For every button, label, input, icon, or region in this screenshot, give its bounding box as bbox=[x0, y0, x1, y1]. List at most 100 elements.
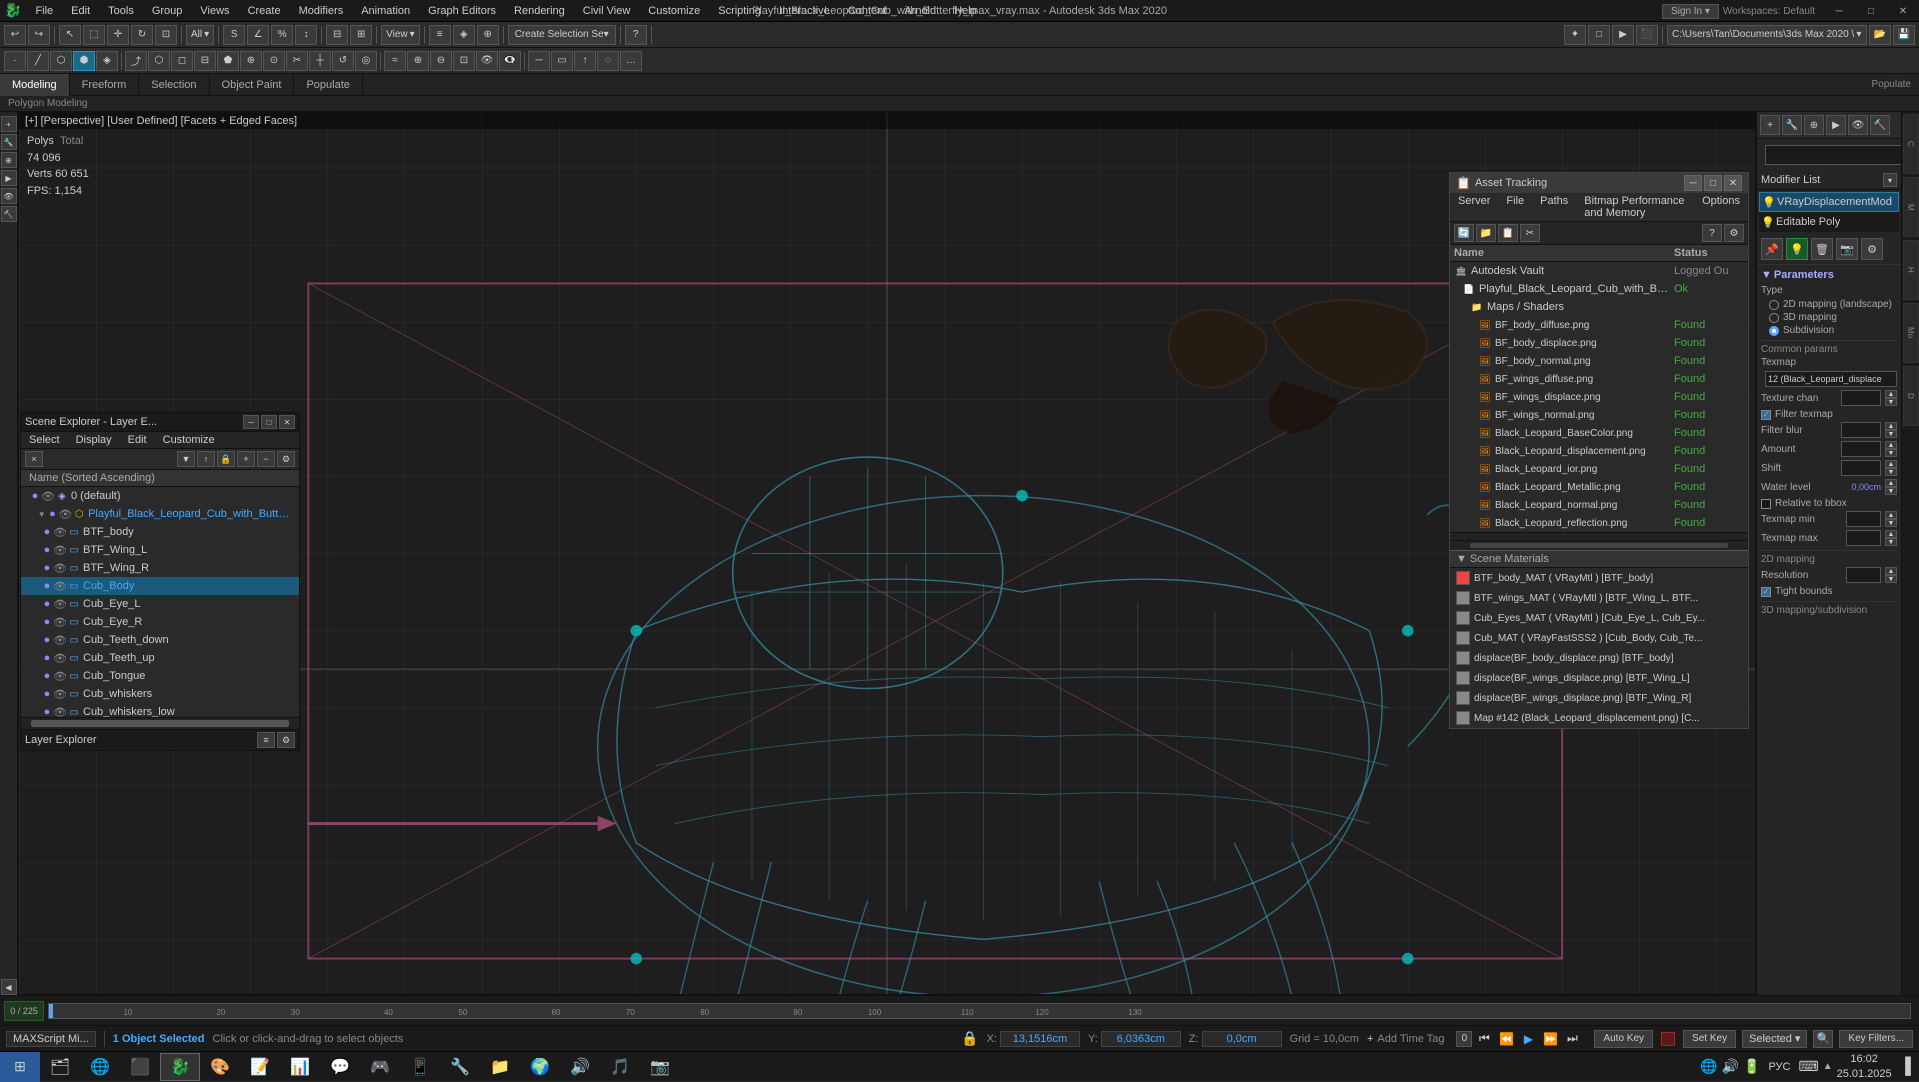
blur-up[interactable]: ▲ bbox=[1885, 422, 1897, 430]
tex-chan-down[interactable]: ▼ bbox=[1885, 398, 1897, 406]
at-hscroll-thumb[interactable] bbox=[1470, 543, 1728, 548]
ls-hierarchy-btn[interactable]: ⊕ bbox=[1, 152, 17, 168]
se-vis-default[interactable]: ● bbox=[29, 490, 41, 502]
render-prod-btn[interactable]: ⬛ bbox=[1636, 25, 1658, 45]
z-value[interactable]: 0,0cm bbox=[1202, 1031, 1282, 1047]
rp-display-btn[interactable]: 👁 bbox=[1848, 115, 1868, 135]
at-menu-paths[interactable]: Paths bbox=[1532, 193, 1576, 221]
tab-selection[interactable]: Selection bbox=[139, 74, 209, 96]
mat-row[interactable]: Map #142 (Black_Leopard_displacement.png… bbox=[1450, 708, 1748, 728]
se-vis2-btf_wing_l[interactable]: 👁 bbox=[54, 544, 66, 556]
spinner-snap[interactable]: ↕ bbox=[295, 25, 317, 45]
se-row-btf_wing_r[interactable]: ● 👁 ▭ BTF_Wing_R bbox=[21, 559, 299, 577]
tray-battery[interactable]: 🔋 bbox=[1743, 1058, 1760, 1075]
taskbar-app11[interactable]: 📁 bbox=[480, 1053, 520, 1081]
se-scroll-thumb[interactable] bbox=[31, 720, 289, 727]
at-row-black-leopard-displacement-png[interactable]: 🖼 Black_Leopard_displacement.png Found bbox=[1474, 442, 1748, 460]
chamfer-btn[interactable]: ◻ bbox=[171, 51, 193, 71]
hierarchy-btn[interactable]: ⊕ bbox=[477, 25, 499, 45]
x-value[interactable]: 13,1516cm bbox=[1000, 1031, 1080, 1047]
tab-freeform[interactable]: Freeform bbox=[70, 74, 140, 96]
se-scrollbar[interactable] bbox=[21, 717, 299, 729]
rotate-btn[interactable]: ↻ bbox=[131, 25, 153, 45]
fr-modify-panel[interactable]: M bbox=[1903, 177, 1919, 237]
hide-sel-btn[interactable]: 👁 bbox=[476, 51, 498, 71]
go-end-btn[interactable]: ⏭ bbox=[1562, 1029, 1582, 1049]
weld-btn[interactable]: ⊕ bbox=[240, 51, 262, 71]
taskbar-app12[interactable]: 🌍 bbox=[520, 1053, 560, 1081]
layers-btn[interactable]: ≡ bbox=[429, 25, 451, 45]
mat-row[interactable]: Cub_Eyes_MAT ( VRayMtl ) [Cub_Eye_L, Cub… bbox=[1450, 608, 1748, 628]
show-desktop-btn[interactable]: ▐ bbox=[1900, 1058, 1911, 1076]
se-row-cub_eye_r[interactable]: ● 👁 ▭ Cub_Eye_R bbox=[21, 613, 299, 631]
bevel-btn[interactable]: ⬡ bbox=[148, 51, 170, 71]
at-settings-btn[interactable]: ⚙ bbox=[1724, 224, 1744, 242]
reference-dropdown[interactable]: All▾ bbox=[186, 25, 214, 45]
tex-chan-up[interactable]: ▲ bbox=[1885, 390, 1897, 398]
filter-texmap-row[interactable]: ✓ Filter texmap bbox=[1761, 409, 1897, 420]
filter-blur-input[interactable]: 0,001 bbox=[1841, 422, 1881, 438]
at-menu-options[interactable]: Options bbox=[1694, 193, 1748, 221]
menu-edit[interactable]: Edit bbox=[63, 3, 98, 19]
se-row-btf_wing_l[interactable]: ● 👁 ▭ BTF_Wing_L bbox=[21, 541, 299, 559]
se-sort-asc-btn[interactable]: ↑ bbox=[197, 451, 215, 467]
at-row-maps[interactable]: 📁 Maps / Shaders bbox=[1466, 298, 1748, 316]
rp-light-btn[interactable]: 💡 bbox=[1786, 238, 1808, 260]
at-maximize-btn[interactable]: □ bbox=[1704, 175, 1722, 191]
filter-texmap-check[interactable]: ✓ bbox=[1761, 410, 1771, 420]
ls-utility-btn[interactable]: 🔨 bbox=[1, 206, 17, 222]
ls-motion-btn[interactable]: ▶ bbox=[1, 170, 17, 186]
mod-editable-poly[interactable]: 💡 Editable Poly bbox=[1759, 212, 1899, 232]
ls-create-btn[interactable]: + bbox=[1, 116, 17, 132]
rp-motion-btn[interactable]: ▶ bbox=[1826, 115, 1846, 135]
connect-btn[interactable]: ┼ bbox=[309, 51, 331, 71]
menu-civil-view[interactable]: Civil View bbox=[575, 3, 638, 19]
poly-edge-btn[interactable]: ╱ bbox=[27, 51, 49, 71]
selected-dropdown[interactable]: Selected▾ bbox=[1742, 1030, 1807, 1048]
at-row-black-leopard-normal-png[interactable]: 🖼 Black_Leopard_normal.png Found bbox=[1474, 496, 1748, 514]
more-btn[interactable]: … bbox=[620, 51, 642, 71]
scene-explorer-content[interactable]: ● 👁 ◈ 0 (default) ▼ ● 👁 ⬡ Playful_Black_… bbox=[21, 487, 299, 717]
create-selection-button[interactable]: Create Selection Se▾ bbox=[508, 25, 616, 45]
bridge-btn[interactable]: ⬟ bbox=[217, 51, 239, 71]
lock-icon[interactable]: 🔒 bbox=[961, 1030, 978, 1047]
key-filters-btn[interactable]: Key Filters... bbox=[1839, 1030, 1913, 1048]
se-vis2-cub_eye_l[interactable]: 👁 bbox=[54, 598, 66, 610]
mat-row[interactable]: BTF_wings_MAT ( VRayMtl ) [BTF_Wing_L, B… bbox=[1450, 588, 1748, 608]
menu-rendering[interactable]: Rendering bbox=[506, 3, 573, 19]
menu-modifiers[interactable]: Modifiers bbox=[291, 3, 352, 19]
se-menu-customize[interactable]: Customize bbox=[155, 432, 223, 448]
rp-modify-btn[interactable]: 🔧 bbox=[1782, 115, 1802, 135]
constraint-face-btn[interactable]: ▭ bbox=[551, 51, 573, 71]
se-row-cub_whiskers[interactable]: ● 👁 ▭ Cub_whiskers bbox=[21, 685, 299, 703]
se-vis2-cub_whiskers[interactable]: 👁 bbox=[54, 688, 66, 700]
poly-element-btn[interactable]: ◈ bbox=[96, 51, 118, 71]
se-vis2-cub_teeth_up[interactable]: 👁 bbox=[54, 652, 66, 664]
at-help-btn[interactable]: ? bbox=[1702, 224, 1722, 242]
at-copy-btn[interactable]: 📋 bbox=[1498, 224, 1518, 242]
close-button[interactable]: ✕ bbox=[1887, 0, 1919, 22]
minimize-button[interactable]: ─ bbox=[1823, 0, 1855, 22]
menu-create[interactable]: Create bbox=[240, 3, 289, 19]
se-vis2-cub_teeth_down[interactable]: 👁 bbox=[54, 634, 66, 646]
texmap-max-input[interactable]: 1,0 bbox=[1846, 530, 1881, 546]
maxscript-mini[interactable]: MAXScript Mi... bbox=[6, 1031, 96, 1047]
menu-file[interactable]: File bbox=[27, 3, 61, 19]
manipulate-btn[interactable]: ✦ bbox=[1564, 25, 1586, 45]
se-vis-leopard[interactable]: ● bbox=[47, 508, 59, 520]
at-close-btn[interactable]: ✕ bbox=[1724, 175, 1742, 191]
taskbar-app14[interactable]: 🎵 bbox=[600, 1053, 640, 1081]
mat-row[interactable]: displace(BF_wings_displace.png) [BTF_Win… bbox=[1450, 688, 1748, 708]
taskbar-app15[interactable]: 📷 bbox=[640, 1053, 680, 1081]
tab-object-paint[interactable]: Object Paint bbox=[210, 74, 295, 96]
menu-group[interactable]: Group bbox=[144, 3, 191, 19]
blur-down[interactable]: ▼ bbox=[1885, 430, 1897, 438]
at-hscrollbar[interactable] bbox=[1450, 540, 1748, 550]
se-vis2-cub_eye_r[interactable]: 👁 bbox=[54, 616, 66, 628]
smoothing-btn[interactable]: ◌ bbox=[597, 51, 619, 71]
se-lock-btn[interactable]: 🔒 bbox=[217, 451, 235, 467]
inset-btn[interactable]: ⊟ bbox=[194, 51, 216, 71]
render-frame-btn[interactable]: ▶ bbox=[1612, 25, 1634, 45]
se-vis-btf_wing_r[interactable]: ● bbox=[41, 562, 53, 574]
tray-volume[interactable]: 🔊 bbox=[1722, 1058, 1739, 1075]
